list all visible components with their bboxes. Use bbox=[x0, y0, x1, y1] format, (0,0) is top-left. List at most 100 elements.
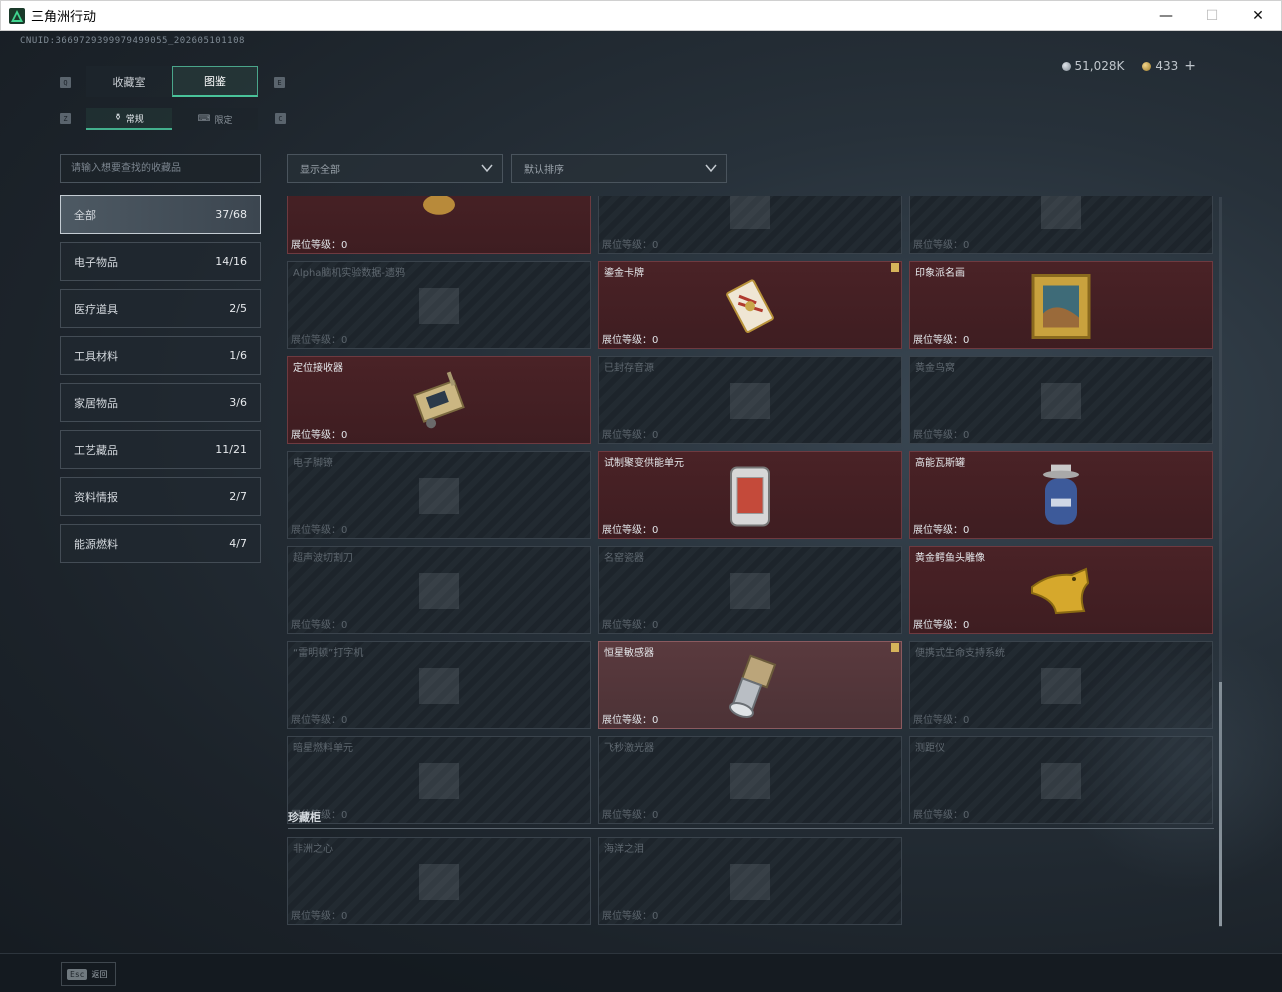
category-label: 医疗道具 bbox=[74, 302, 118, 316]
item-image-icon bbox=[720, 563, 780, 623]
collection-item-card[interactable]: Alpha脑机实验数据-遗鸦 展位等级：0 bbox=[287, 261, 591, 349]
collection-item-card[interactable]: 黄金鸟窝展位等级：0 bbox=[909, 356, 1213, 444]
collection-item-card[interactable]: 定位接收器 展位等级：0 bbox=[287, 356, 591, 444]
category-count: 1/6 bbox=[229, 349, 247, 362]
category-item[interactable]: 能源燃料 4/7 bbox=[60, 524, 261, 563]
subtab-limited[interactable]: ⌨ 限定 bbox=[172, 108, 258, 130]
category-item[interactable]: 家居物品 3/6 bbox=[60, 383, 261, 422]
bottom-bar: Esc 返回 bbox=[0, 953, 1282, 992]
collection-item-card[interactable]: 非洲之心 展位等级：0 bbox=[287, 837, 591, 925]
collection-item-card[interactable]: 黄金鳄鱼头雕像 展位等级：0 bbox=[909, 546, 1213, 634]
category-item[interactable]: 全部 37/68 bbox=[60, 195, 261, 234]
collection-item-card[interactable]: 展位等级：0 bbox=[598, 196, 902, 254]
item-name: 试制聚变供能单元 bbox=[604, 458, 684, 469]
category-item[interactable]: 工具材料 1/6 bbox=[60, 336, 261, 375]
collection-item-card[interactable]: 电子脚镣 展位等级：0 bbox=[287, 451, 591, 539]
normal-icon: ⚱ bbox=[114, 113, 122, 123]
item-grid: 展位等级：0 展位等级：0 展位等级：0 Alpha脑机实验数据-遗鸦 展位等级：0 鎏金… bbox=[287, 196, 1217, 926]
item-name: 黄金鳄鱼头雕像 bbox=[915, 553, 985, 564]
level-value: 0 bbox=[652, 525, 659, 536]
collection-item-card[interactable]: 测距仪 展位等级：0 bbox=[909, 736, 1213, 824]
collection-item-card[interactable]: 试制聚变供能单元 展位等级：0 bbox=[598, 451, 902, 539]
category-count: 4/7 bbox=[229, 537, 247, 550]
item-image-icon bbox=[1031, 196, 1091, 243]
subtab-normal-label: 常规 bbox=[125, 114, 144, 125]
item-level: 展位等级：0 bbox=[602, 711, 658, 726]
item-image-icon bbox=[1031, 274, 1091, 344]
user-id-label: CNUID:3669729399979499055_202605101108 bbox=[20, 36, 245, 46]
item-name: 黄金鸟窝 bbox=[915, 363, 955, 374]
close-button[interactable]: ✕ bbox=[1235, 1, 1281, 31]
category-count: 2/5 bbox=[229, 302, 247, 315]
collection-item-card[interactable]: 印象派名画 展位等级：0 bbox=[909, 261, 1213, 349]
category-item[interactable]: 工艺藏品 11/21 bbox=[60, 430, 261, 469]
window-titlebar: 三角洲行动 — ☐ ✕ bbox=[0, 0, 1282, 31]
item-level: 展位等级：0 bbox=[913, 806, 969, 821]
subtab-normal[interactable]: ⚱ 常规 bbox=[86, 108, 172, 130]
item-level: 展位等级：0 bbox=[291, 711, 347, 726]
category-label: 全部 bbox=[74, 208, 96, 222]
item-level: 展位等级：0 bbox=[913, 426, 969, 441]
scrollbar-thumb[interactable] bbox=[1219, 682, 1222, 926]
sort-dropdown[interactable]: 默认排序 bbox=[511, 154, 727, 183]
display-filter-dropdown[interactable]: 显示全部 bbox=[287, 154, 503, 183]
item-level: 展位等级：0 bbox=[602, 616, 658, 631]
maximize-button[interactable]: ☐ bbox=[1189, 1, 1235, 31]
item-level: 展位等级：0 bbox=[913, 711, 969, 726]
item-image-icon bbox=[409, 468, 469, 528]
minimize-button[interactable]: — bbox=[1143, 1, 1189, 31]
item-image-icon bbox=[409, 563, 469, 623]
category-label: 工具材料 bbox=[74, 349, 118, 363]
grid-scrollbar[interactable] bbox=[1219, 197, 1222, 927]
category-item[interactable]: 电子物品 14/16 bbox=[60, 242, 261, 281]
item-name: 鎏金卡牌 bbox=[604, 268, 644, 279]
item-image-icon bbox=[1031, 373, 1091, 433]
collection-item-card[interactable]: 名窑瓷器 展位等级：0 bbox=[598, 546, 902, 634]
tab-collection-room[interactable]: 收藏室 bbox=[86, 66, 172, 97]
level-value: 0 bbox=[341, 620, 348, 631]
item-level: 展位等级：0 bbox=[291, 426, 347, 441]
collection-item-card[interactable]: 海洋之泪 展位等级：0 bbox=[598, 837, 902, 925]
item-name: “雷明顿”打字机 bbox=[293, 648, 364, 659]
category-item[interactable]: 医疗道具 2/5 bbox=[60, 289, 261, 328]
collection-item-card[interactable]: 已封存音源 展位等级：0 bbox=[598, 356, 902, 444]
item-image-icon bbox=[1031, 658, 1091, 718]
subtab-limited-label: 限定 bbox=[214, 115, 233, 126]
level-value: 0 bbox=[341, 430, 348, 441]
level-value: 0 bbox=[652, 620, 659, 631]
category-label: 电子物品 bbox=[74, 255, 118, 269]
new-item-badge-icon bbox=[891, 263, 899, 272]
back-button[interactable]: Esc 返回 bbox=[61, 962, 116, 986]
collection-item-card[interactable]: 高能瓦斯罐展位等级：0 bbox=[909, 451, 1213, 539]
level-label: 展位等级： bbox=[291, 240, 341, 251]
level-label: 展位等级： bbox=[602, 430, 652, 441]
item-name: 超声波切割刀 bbox=[293, 553, 353, 564]
silver-currency: 51,028K bbox=[1061, 59, 1125, 73]
add-currency-button[interactable]: + bbox=[1184, 58, 1196, 74]
collection-item-card[interactable]: 展位等级：0 bbox=[287, 196, 591, 254]
collection-item-card[interactable]: 鎏金卡牌 展位等级：0 bbox=[598, 261, 902, 349]
level-value: 0 bbox=[963, 620, 970, 631]
category-count: 3/6 bbox=[229, 396, 247, 409]
level-label: 展位等级： bbox=[913, 335, 963, 346]
item-name: 便携式生命支持系统 bbox=[915, 648, 1005, 659]
item-image-icon bbox=[720, 753, 780, 813]
category-label: 家居物品 bbox=[74, 396, 118, 410]
collection-item-card[interactable]: 恒星敏感器 展位等级：0 bbox=[598, 641, 902, 729]
category-item[interactable]: 资料情报 2/7 bbox=[60, 477, 261, 516]
search-input[interactable] bbox=[60, 154, 261, 183]
item-image-icon bbox=[409, 658, 469, 718]
item-level: 展位等级：0 bbox=[913, 521, 969, 536]
collection-item-card[interactable]: 暗星燃料单元 展位等级：0 bbox=[287, 736, 591, 824]
collection-item-card[interactable]: 飞秒激光器 展位等级：0 bbox=[598, 736, 902, 824]
category-count: 14/16 bbox=[215, 255, 247, 268]
item-image-icon bbox=[409, 753, 469, 813]
item-name: 高能瓦斯罐 bbox=[915, 458, 965, 469]
category-count: 2/7 bbox=[229, 490, 247, 503]
tab-catalog[interactable]: 图鉴 bbox=[172, 66, 258, 97]
silver-amount: 51,028K bbox=[1074, 59, 1125, 73]
collection-item-card[interactable]: 展位等级：0 bbox=[909, 196, 1213, 254]
collection-item-card[interactable]: “雷明顿”打字机展位等级：0 bbox=[287, 641, 591, 729]
collection-item-card[interactable]: 便携式生命支持系统展位等级：0 bbox=[909, 641, 1213, 729]
collection-item-card[interactable]: 超声波切割刀 展位等级：0 bbox=[287, 546, 591, 634]
